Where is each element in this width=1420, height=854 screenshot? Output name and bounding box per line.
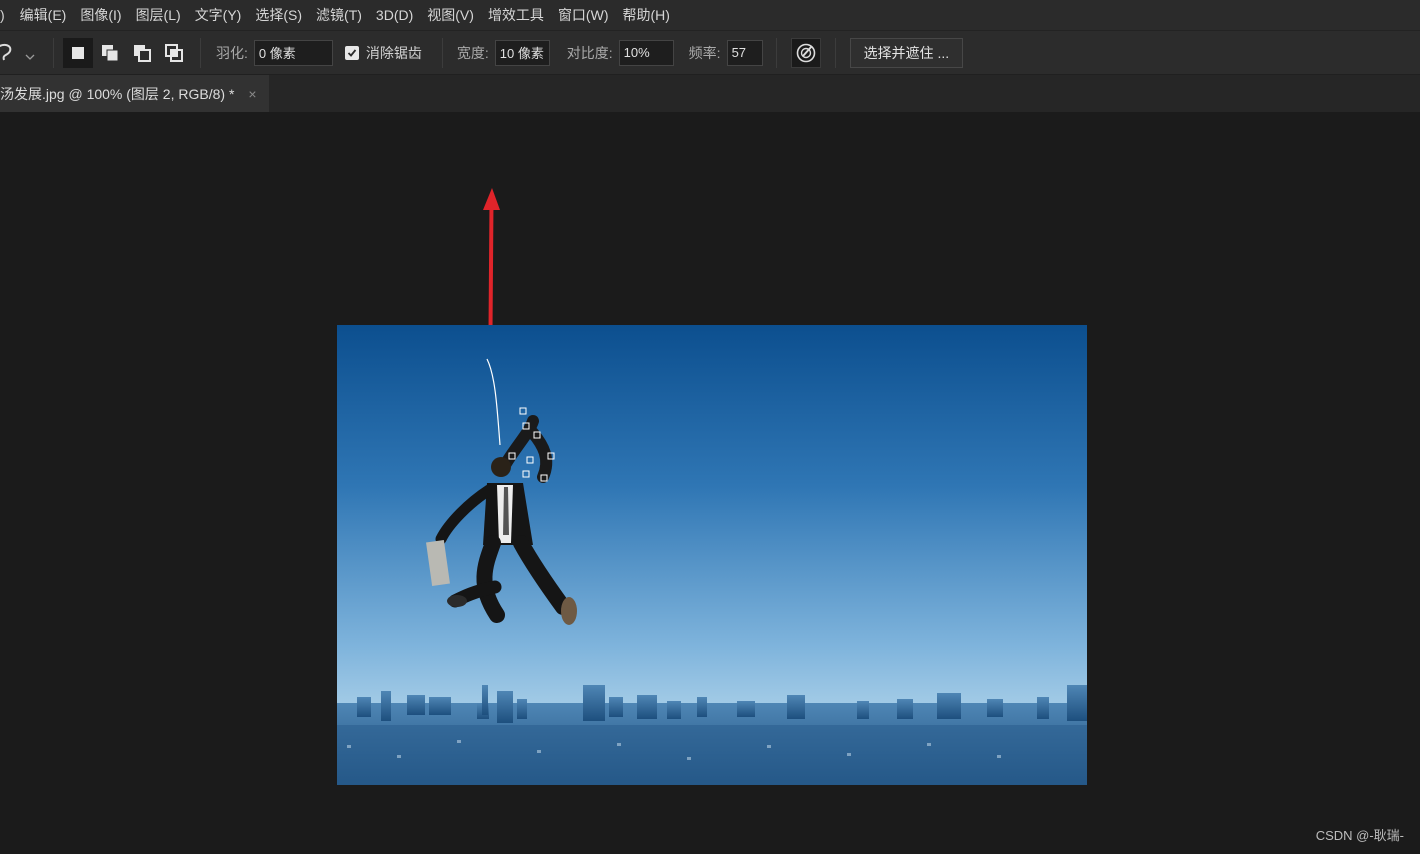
pen-pressure-icon — [796, 43, 815, 62]
menu-item-window[interactable]: 窗口(W) — [551, 5, 616, 25]
menu-item-help[interactable]: 帮助(H) — [615, 5, 676, 25]
menu-item-3d[interactable]: 3D(D) — [369, 7, 420, 23]
width-label: 宽度: — [456, 44, 489, 61]
magnetic-lasso-icon — [0, 43, 35, 60]
close-icon[interactable]: × — [248, 86, 256, 102]
watermark: CSDN @-耿瑞- — [1315, 828, 1404, 843]
menu-bar: ) 编辑(E) 图像(I) 图层(L) 文字(Y) 选择(S) 滤镜(T) 3D… — [0, 0, 1420, 30]
divider — [441, 37, 443, 68]
feather-label: 羽化: — [216, 44, 248, 61]
subtract-selection-icon — [134, 44, 151, 62]
antialias-label: 消除锯齿 — [365, 44, 422, 61]
options-bar: 羽化: 0 像素 消除锯齿 宽度: 10 像素 对比度: 10% 频率: 57 … — [0, 30, 1420, 75]
menu-item-type[interactable]: 文字(Y) — [188, 5, 249, 25]
menu-item-view[interactable]: 视图(V) — [420, 5, 481, 25]
feather-input[interactable]: 0 像素 — [253, 39, 333, 66]
checkbox-checked-icon — [344, 45, 359, 60]
menu-item-image[interactable]: 图像(I) — [73, 5, 128, 25]
menu-item-plugins[interactable]: 增效工具 — [481, 5, 551, 25]
add-selection-icon — [102, 44, 119, 61]
contrast-input[interactable]: 10% — [618, 39, 674, 66]
frequency-label: 频率: — [688, 44, 721, 61]
document-tab[interactable]: 汤发展.jpg @ 100% (图层 2, RGB/8) * × — [0, 75, 269, 112]
subtract-from-selection-button[interactable] — [127, 38, 157, 68]
menu-item-select[interactable]: 选择(S) — [248, 5, 309, 25]
pen-pressure-button[interactable] — [790, 37, 821, 68]
divider — [200, 37, 201, 68]
divider — [775, 37, 777, 68]
select-and-mask-button[interactable]: 选择并遮住 ... — [849, 37, 964, 68]
divider — [53, 37, 54, 68]
menu-item-partial[interactable]: ) — [0, 7, 13, 23]
city-jump-photo — [337, 325, 1087, 785]
new-selection-button[interactable] — [63, 37, 93, 68]
menu-item-layer[interactable]: 图层(L) — [129, 5, 188, 25]
add-to-selection-button[interactable] — [95, 38, 125, 68]
tool-preset-picker[interactable] — [0, 30, 44, 75]
intersect-selection-button[interactable] — [159, 38, 189, 68]
frequency-input[interactable]: 57 — [726, 39, 763, 66]
document-tab-bar: 汤发展.jpg @ 100% (图层 2, RGB/8) * × — [0, 75, 1420, 112]
document-image[interactable] — [337, 325, 1087, 785]
intersect-selection-icon — [165, 43, 183, 62]
contrast-label: 对比度: — [566, 44, 613, 61]
document-tab-title: 汤发展.jpg @ 100% (图层 2, RGB/8) * — [0, 85, 235, 102]
new-selection-icon — [72, 46, 84, 59]
menu-item-filter[interactable]: 滤镜(T) — [309, 5, 369, 25]
width-input[interactable]: 10 像素 — [494, 39, 550, 66]
menu-item-edit[interactable]: 编辑(E) — [13, 5, 74, 25]
divider — [834, 37, 836, 68]
antialias-checkbox[interactable]: 消除锯齿 — [344, 43, 422, 63]
